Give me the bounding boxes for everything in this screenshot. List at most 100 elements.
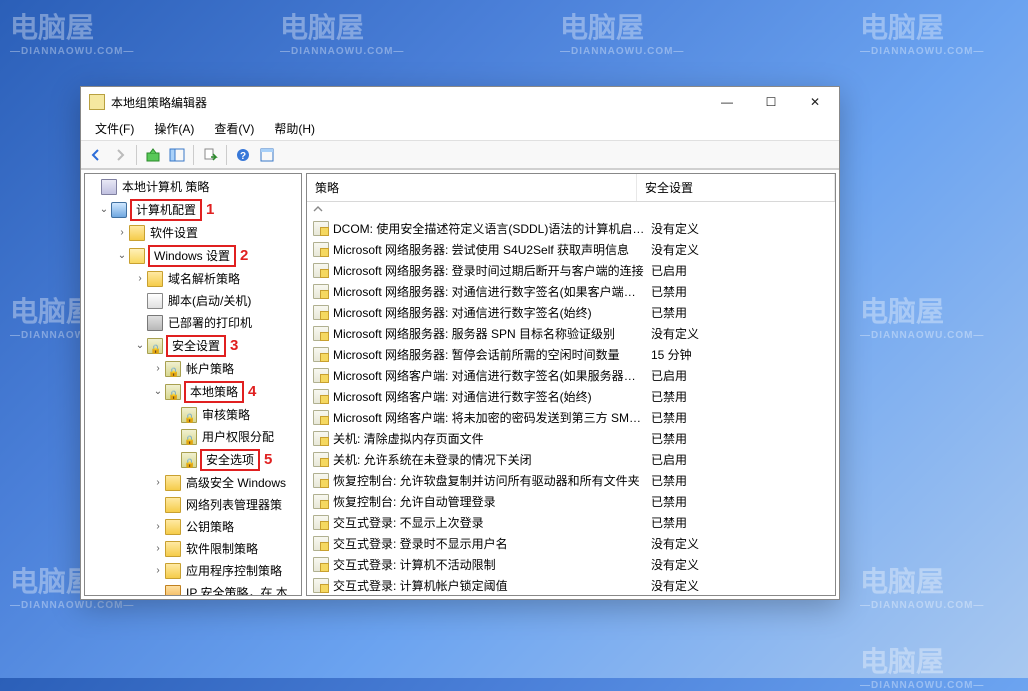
properties-button[interactable] — [256, 144, 278, 166]
policy-item-icon — [313, 494, 329, 509]
window-title: 本地组策略编辑器 — [111, 94, 705, 111]
close-button[interactable]: ✕ — [793, 88, 837, 116]
tree-account-policy[interactable]: › 帐户策略 — [85, 358, 301, 380]
tree-local-policy[interactable]: ⌄ 本地策略 4 — [85, 380, 301, 404]
expand-icon[interactable]: › — [133, 270, 147, 288]
tree-panel[interactable]: 本地计算机 策略 ⌄ 计算机配置 1 › 软件设置 ⌄ Windows 设置 2… — [84, 173, 302, 596]
expand-icon[interactable]: › — [115, 224, 129, 242]
tree-public-key[interactable]: › 公钥策略 — [85, 516, 301, 538]
annotation-2: 2 — [240, 247, 248, 265]
folder-icon — [165, 497, 181, 513]
menubar: 文件(F) 操作(A) 查看(V) 帮助(H) — [81, 117, 839, 141]
expand-icon[interactable]: › — [151, 360, 165, 378]
policy-row[interactable]: 恢复控制台: 允许软盘复制并访问所有驱动器和所有文件夹已禁用 — [307, 471, 835, 492]
menu-help[interactable]: 帮助(H) — [264, 117, 325, 140]
policy-row[interactable]: 关机: 允许系统在未登录的情况下关闭已启用 — [307, 450, 835, 471]
policy-row[interactable]: Microsoft 网络服务器: 对通信进行数字签名(如果客户端允...已禁用 — [307, 282, 835, 303]
maximize-button[interactable]: ☐ — [749, 88, 793, 116]
menu-view[interactable]: 查看(V) — [204, 117, 264, 140]
script-icon — [147, 293, 163, 309]
folder-icon — [165, 475, 181, 491]
minimize-button[interactable]: — — [705, 88, 749, 116]
policy-row[interactable]: DCOM: 使用安全描述符定义语言(SDDL)语法的计算机启动...没有定义 — [307, 219, 835, 240]
policy-setting: 已启用 — [645, 368, 835, 385]
up-button[interactable] — [142, 144, 164, 166]
tree-software-settings[interactable]: › 软件设置 — [85, 222, 301, 244]
policy-row[interactable]: 交互式登录: 计算机帐户锁定阈值没有定义 — [307, 576, 835, 595]
column-policy[interactable]: 策略 — [307, 174, 637, 201]
policy-row[interactable]: 交互式登录: 登录时不显示用户名没有定义 — [307, 534, 835, 555]
lock-icon — [165, 384, 181, 400]
tree-scripts[interactable]: 脚本(启动/关机) — [85, 290, 301, 312]
policy-list-panel[interactable]: 策略 安全设置 DCOM: 使用安全描述符定义语言(SDDL)语法的计算机启动.… — [306, 173, 836, 596]
expand-icon[interactable]: › — [151, 518, 165, 536]
menu-file[interactable]: 文件(F) — [85, 117, 144, 140]
tree-windows-settings[interactable]: ⌄ Windows 设置 2 — [85, 244, 301, 268]
policy-name: Microsoft 网络服务器: 服务器 SPN 目标名称验证级别 — [333, 326, 645, 343]
policy-name: Microsoft 网络服务器: 登录时间过期后断开与客户端的连接 — [333, 263, 645, 280]
folder-icon — [147, 271, 163, 287]
policy-item-icon — [313, 452, 329, 467]
policy-setting: 已禁用 — [645, 515, 835, 532]
policy-row[interactable]: 恢复控制台: 允许自动管理登录已禁用 — [307, 492, 835, 513]
expand-icon[interactable]: › — [151, 562, 165, 580]
policy-row[interactable]: Microsoft 网络服务器: 服务器 SPN 目标名称验证级别没有定义 — [307, 324, 835, 345]
policy-row[interactable]: Microsoft 网络客户端: 将未加密的密码发送到第三方 SMB...已禁用 — [307, 408, 835, 429]
tree-dns-policy[interactable]: › 域名解析策略 — [85, 268, 301, 290]
tree-root[interactable]: 本地计算机 策略 — [85, 176, 301, 198]
policy-name: Microsoft 网络服务器: 对通信进行数字签名(如果客户端允... — [333, 284, 645, 301]
tree-software-restrict[interactable]: › 软件限制策略 — [85, 538, 301, 560]
tree-adv-windows[interactable]: › 高级安全 Windows — [85, 472, 301, 494]
tree-audit-policy[interactable]: 审核策略 — [85, 404, 301, 426]
collapse-icon[interactable]: ⌄ — [133, 337, 147, 355]
policy-setting: 15 分钟 — [645, 347, 835, 364]
separator — [136, 145, 137, 165]
policy-setting: 已禁用 — [645, 389, 835, 406]
tree-computer-config[interactable]: ⌄ 计算机配置 1 — [85, 198, 301, 222]
policy-row[interactable]: 关机: 清除虚拟内存页面文件已禁用 — [307, 429, 835, 450]
policy-item-icon — [313, 305, 329, 320]
policy-row[interactable]: 交互式登录: 不显示上次登录已禁用 — [307, 513, 835, 534]
tree-ip-security[interactable]: IP 安全策略，在 本 — [85, 582, 301, 596]
policy-row[interactable]: Microsoft 网络服务器: 暂停会话前所需的空闲时间数量15 分钟 — [307, 345, 835, 366]
computer-icon — [111, 202, 127, 218]
policy-icon — [101, 179, 117, 195]
menu-action[interactable]: 操作(A) — [144, 117, 204, 140]
column-setting[interactable]: 安全设置 — [637, 174, 835, 201]
policy-row[interactable]: Microsoft 网络客户端: 对通信进行数字签名(始终)已禁用 — [307, 387, 835, 408]
policy-item-icon — [313, 473, 329, 488]
collapse-icon[interactable]: ⌄ — [97, 201, 111, 219]
policy-item-icon — [313, 284, 329, 299]
tree-app-control[interactable]: › 应用程序控制策略 — [85, 560, 301, 582]
folder-icon — [165, 541, 181, 557]
policy-row[interactable]: 交互式登录: 计算机不活动限制没有定义 — [307, 555, 835, 576]
svg-text:?: ? — [240, 151, 246, 162]
policy-name: Microsoft 网络服务器: 尝试使用 S4U2Self 获取声明信息 — [333, 242, 645, 259]
show-hide-tree-button[interactable] — [166, 144, 188, 166]
collapse-icon[interactable]: ⌄ — [115, 247, 129, 265]
tree-net-list-mgr[interactable]: 网络列表管理器策 — [85, 494, 301, 516]
policy-row[interactable]: Microsoft 网络服务器: 登录时间过期后断开与客户端的连接已启用 — [307, 261, 835, 282]
expand-icon[interactable]: › — [151, 540, 165, 558]
tree-user-rights[interactable]: 用户权限分配 — [85, 426, 301, 448]
tree-security-options[interactable]: 安全选项 5 — [85, 448, 301, 472]
titlebar[interactable]: 本地组策略编辑器 — ☐ ✕ — [81, 87, 839, 117]
help-button[interactable]: ? — [232, 144, 254, 166]
policy-setting: 没有定义 — [645, 221, 835, 238]
collapse-icon[interactable]: ⌄ — [151, 383, 165, 401]
policy-name: 关机: 允许系统在未登录的情况下关闭 — [333, 452, 645, 469]
policy-row[interactable]: Microsoft 网络服务器: 对通信进行数字签名(始终)已禁用 — [307, 303, 835, 324]
export-button[interactable] — [199, 144, 221, 166]
back-button[interactable] — [85, 144, 107, 166]
policy-item-icon — [313, 557, 329, 572]
policy-name: Microsoft 网络服务器: 对通信进行数字签名(始终) — [333, 305, 645, 322]
list-body[interactable]: DCOM: 使用安全描述符定义语言(SDDL)语法的计算机启动...没有定义Mi… — [307, 219, 835, 595]
policy-row[interactable]: Microsoft 网络服务器: 尝试使用 S4U2Self 获取声明信息没有定… — [307, 240, 835, 261]
policy-row[interactable]: Microsoft 网络客户端: 对通信进行数字签名(如果服务器允...已启用 — [307, 366, 835, 387]
tree-security-settings[interactable]: ⌄ 安全设置 3 — [85, 334, 301, 358]
policy-name: 交互式登录: 计算机帐户锁定阈值 — [333, 578, 645, 595]
tree-printers[interactable]: 已部署的打印机 — [85, 312, 301, 334]
forward-button[interactable] — [109, 144, 131, 166]
expand-icon[interactable]: › — [151, 474, 165, 492]
policy-item-icon — [313, 347, 329, 362]
